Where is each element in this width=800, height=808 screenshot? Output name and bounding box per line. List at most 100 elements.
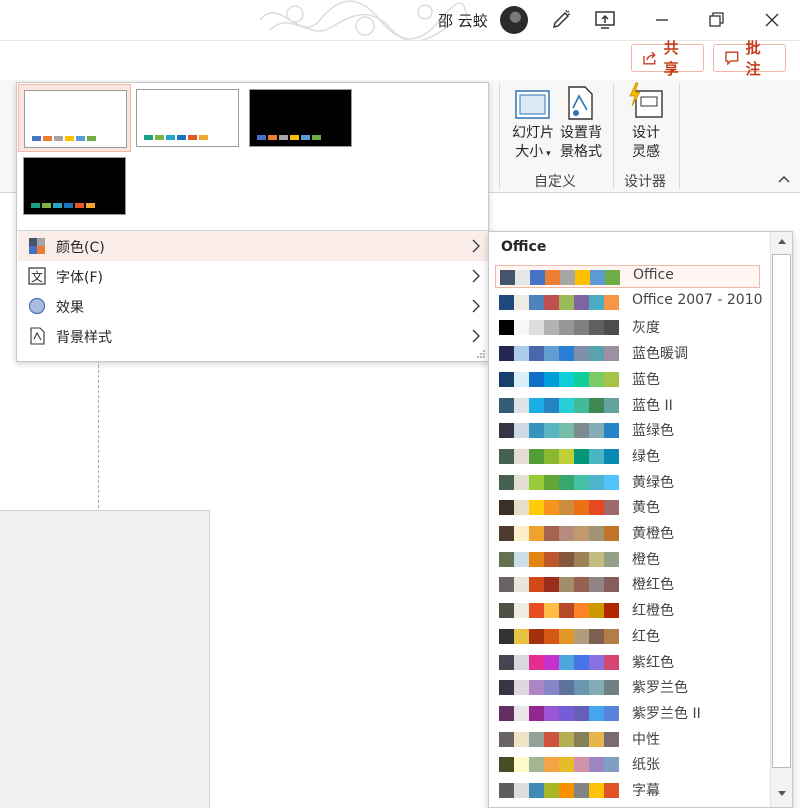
color-scheme-item[interactable]: 红橙色 <box>495 599 760 622</box>
design-ideas-label-2: 灵感 <box>632 144 660 160</box>
color-swatch <box>499 577 514 593</box>
color-swatch <box>574 346 589 362</box>
theme-variant-color-bars <box>31 203 95 208</box>
color-swatch <box>529 783 544 798</box>
color-swatch <box>574 757 589 773</box>
collapse-ribbon-icon[interactable] <box>777 174 791 184</box>
color-swatch <box>499 294 514 310</box>
scrollbar[interactable] <box>770 232 793 807</box>
color-swatch <box>529 397 544 413</box>
color-swatch <box>529 603 544 619</box>
color-scheme-item[interactable]: 紫罗兰色 II <box>495 702 760 725</box>
slide-size-button[interactable]: 幻灯片 大小 ▾ <box>510 124 556 164</box>
comment-button[interactable]: 批注 <box>713 39 786 78</box>
color-swatch <box>544 346 559 362</box>
color-swatch <box>544 320 559 336</box>
menu-item-effects[interactable]: 效果 <box>18 291 488 321</box>
format-background-icon <box>568 86 593 120</box>
color-swatch <box>544 294 559 310</box>
color-scheme-item[interactable]: Office <box>495 265 760 288</box>
menu-item-background-styles[interactable]: 背景样式 <box>18 321 488 351</box>
theme-color-bar <box>166 135 175 140</box>
color-swatch <box>499 346 514 362</box>
color-scheme-name: 蓝色 II <box>632 397 673 414</box>
theme-color-bar <box>87 136 96 141</box>
menu-item-label: 字体(F) <box>56 270 103 286</box>
present-icon[interactable] <box>593 8 617 32</box>
minimize-icon[interactable] <box>650 8 674 32</box>
user-name[interactable]: 邵 云蛟 <box>438 10 488 31</box>
color-scheme-item[interactable]: 黄绿色 <box>495 471 760 494</box>
color-swatch <box>514 705 529 721</box>
color-scheme-item[interactable]: 紫罗兰色 <box>495 676 760 699</box>
color-swatch <box>544 371 559 387</box>
color-scheme-item[interactable]: 绿色 <box>495 445 760 468</box>
slide-area[interactable] <box>0 510 210 808</box>
color-scheme-item[interactable]: 黄橙色 <box>495 522 760 545</box>
color-swatch <box>544 628 559 644</box>
color-swatch <box>589 654 604 670</box>
menu-item-colors[interactable]: 颜色(C) <box>18 231 488 261</box>
share-button[interactable]: 共享 <box>631 39 704 78</box>
color-swatch <box>604 551 619 567</box>
pen-icon[interactable] <box>549 8 573 32</box>
user-avatar[interactable] <box>500 6 528 34</box>
color-swatch <box>499 603 514 619</box>
color-scheme-item[interactable]: 字幕 <box>495 779 760 802</box>
resize-grip-icon[interactable] <box>476 349 486 359</box>
color-swatch <box>574 680 589 696</box>
color-swatch <box>604 294 619 310</box>
color-swatch <box>529 654 544 670</box>
color-swatch <box>574 423 589 439</box>
color-scheme-item[interactable]: 红色 <box>495 625 760 648</box>
theme-variant-1[interactable] <box>18 84 131 152</box>
theme-color-bar <box>301 135 310 140</box>
color-swatch <box>514 474 529 490</box>
color-scheme-item[interactable]: 纸张 <box>495 753 760 776</box>
color-scheme-item[interactable]: 灰度 <box>495 316 760 339</box>
theme-color-bar <box>76 136 85 141</box>
color-swatch <box>604 423 619 439</box>
color-swatch <box>559 500 574 516</box>
menu-item-fonts[interactable]: 文 字体(F) <box>18 261 488 291</box>
color-scheme-item[interactable]: 中性 <box>495 728 760 751</box>
color-scheme-item[interactable]: 蓝绿色 <box>495 419 760 442</box>
color-swatch <box>574 294 589 310</box>
color-scheme-name: 紫罗兰色 II <box>632 705 701 722</box>
theme-variant-3[interactable] <box>244 84 357 152</box>
theme-variant-2[interactable] <box>131 84 244 152</box>
color-swatch <box>604 526 619 541</box>
color-swatch <box>544 448 559 464</box>
scrollbar-thumb[interactable] <box>772 254 791 768</box>
color-swatch <box>589 705 604 721</box>
theme-color-bar <box>290 135 299 140</box>
color-swatch <box>574 731 589 747</box>
color-swatch <box>559 526 574 541</box>
color-swatch <box>499 705 514 721</box>
scroll-up-icon[interactable] <box>771 234 793 250</box>
format-background-button[interactable]: 设置背 景格式 <box>556 124 606 162</box>
color-swatch <box>589 448 604 464</box>
theme-variant-4[interactable] <box>18 152 131 220</box>
color-scheme-item[interactable]: Office 2007 - 2010 <box>495 291 763 314</box>
color-swatch <box>605 270 620 285</box>
restore-icon[interactable] <box>704 8 728 32</box>
menu-item-label: 效果 <box>56 300 84 316</box>
design-ideas-button[interactable]: 设计 灵感 <box>624 124 668 162</box>
color-scheme-item[interactable]: 蓝色 II <box>495 394 760 417</box>
theme-color-bar <box>312 135 321 140</box>
color-swatch <box>559 705 574 721</box>
color-scheme-item[interactable]: 蓝色 <box>495 368 760 391</box>
ribbon-group-separator <box>613 84 614 188</box>
color-scheme-item[interactable]: 橙色 <box>495 548 760 571</box>
color-swatch <box>514 680 529 696</box>
color-scheme-item[interactable]: 橙红色 <box>495 573 760 596</box>
color-scheme-item[interactable]: 蓝色暖调 <box>495 342 760 365</box>
color-swatch <box>499 680 514 696</box>
color-swatch <box>560 270 575 285</box>
scroll-down-icon[interactable] <box>771 785 793 801</box>
close-icon[interactable] <box>760 8 784 32</box>
color-scheme-name: 黄色 <box>632 500 660 517</box>
color-scheme-item[interactable]: 黄色 <box>495 496 760 519</box>
color-scheme-item[interactable]: 紫红色 <box>495 651 760 674</box>
